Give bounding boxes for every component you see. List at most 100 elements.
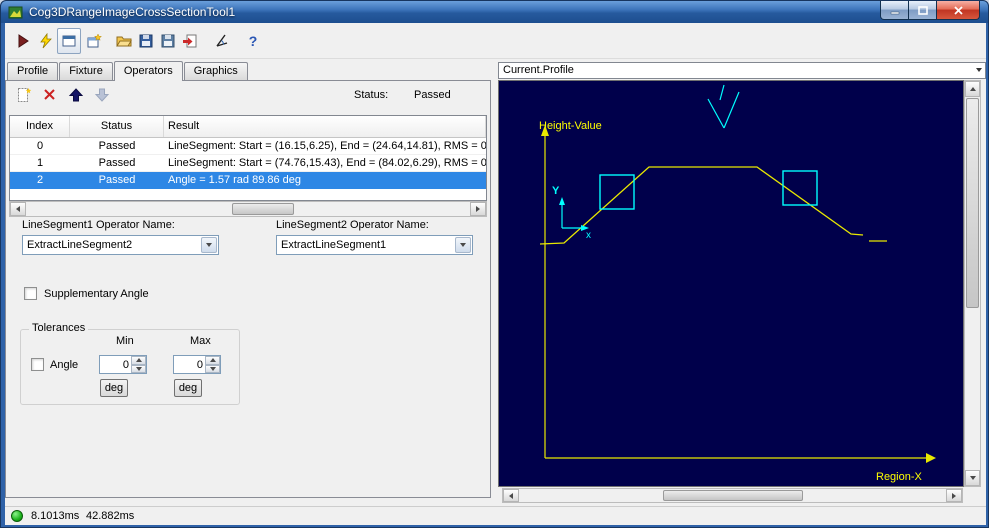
angle-tolerance-checkbox[interactable] bbox=[31, 358, 44, 371]
titlebar[interactable]: Cog3DRangeImageCrossSectionTool1 bbox=[1, 1, 988, 23]
scroll-down-button[interactable] bbox=[965, 470, 980, 486]
triangle-left-icon bbox=[509, 492, 513, 499]
spinner-arrows bbox=[131, 356, 146, 373]
scroll-left-button[interactable] bbox=[503, 489, 519, 502]
scroll-thumb[interactable] bbox=[663, 490, 803, 501]
supplementary-angle-checkbox[interactable] bbox=[24, 287, 37, 300]
close-button[interactable] bbox=[936, 1, 980, 20]
table-row[interactable]: 0 Passed LineSegment: Start = (16.15,6.2… bbox=[10, 138, 486, 155]
delete-operator-button[interactable] bbox=[40, 85, 60, 105]
triangle-down-icon[interactable] bbox=[976, 68, 982, 72]
column-header-result[interactable]: Result bbox=[164, 116, 486, 137]
minimize-icon bbox=[890, 11, 899, 14]
tab-profile[interactable]: Profile bbox=[7, 62, 59, 80]
tab-fixture[interactable]: Fixture bbox=[59, 62, 113, 80]
linesegment2-combobox[interactable]: ExtractLineSegment1 bbox=[276, 235, 473, 255]
table-hscrollbar[interactable] bbox=[9, 201, 487, 217]
display-vscrollbar[interactable] bbox=[964, 80, 981, 487]
linesegment1-marker bbox=[599, 174, 635, 210]
min-unit-button[interactable]: deg bbox=[100, 379, 128, 397]
status-label: Status: bbox=[354, 89, 389, 101]
tab-strip: Profile Fixture Operators Graphics bbox=[7, 61, 249, 81]
maximize-icon bbox=[917, 5, 928, 15]
scroll-thumb[interactable] bbox=[966, 98, 979, 308]
run-button[interactable] bbox=[11, 28, 35, 54]
angle-max-input[interactable] bbox=[174, 356, 205, 373]
supplementary-angle-label: Supplementary Angle bbox=[44, 288, 149, 300]
new-operator-button[interactable] bbox=[14, 85, 34, 105]
cell-index: 1 bbox=[36, 157, 44, 169]
angle-label: Angle bbox=[50, 359, 79, 371]
spin-down-button[interactable] bbox=[205, 364, 220, 373]
cell-result: Angle = 1.57 rad 89.86 deg bbox=[168, 174, 302, 186]
linesegment1-label: LineSegment1 Operator Name: bbox=[22, 219, 175, 231]
main-toolbar: ? bbox=[5, 23, 986, 59]
tool-display-icon bbox=[62, 35, 76, 47]
caption-buttons bbox=[880, 1, 980, 20]
table-header: Index Status Result bbox=[10, 116, 486, 138]
display-source-combobox[interactable]: Current.Profile bbox=[498, 62, 986, 79]
spin-up-button[interactable] bbox=[205, 356, 220, 365]
open-file-button[interactable] bbox=[112, 28, 136, 54]
scroll-right-button[interactable] bbox=[946, 489, 962, 502]
move-up-button[interactable] bbox=[66, 85, 86, 105]
triangle-right-icon bbox=[952, 492, 956, 499]
column-header-index[interactable]: Index bbox=[10, 116, 70, 137]
scroll-left-button[interactable] bbox=[10, 202, 26, 216]
tab-graphics[interactable]: Graphics bbox=[183, 62, 248, 80]
angle-max-spinner[interactable] bbox=[173, 355, 221, 374]
profile-display[interactable]: Height-Value Region-X Y x bbox=[498, 80, 964, 487]
import-image-button[interactable] bbox=[178, 28, 202, 54]
scroll-thumb[interactable] bbox=[232, 203, 294, 215]
measure-angle-button[interactable] bbox=[210, 28, 234, 54]
chevron-down-icon[interactable] bbox=[201, 237, 217, 253]
triangle-down-icon bbox=[460, 243, 466, 247]
tool-display-button[interactable] bbox=[57, 28, 81, 54]
spin-down-button[interactable] bbox=[131, 364, 146, 373]
status-led-icon bbox=[11, 510, 23, 522]
move-down-button[interactable] bbox=[92, 85, 112, 105]
triangle-right-icon bbox=[476, 206, 480, 212]
save-image-icon bbox=[161, 34, 175, 48]
display-source-value: Current.Profile bbox=[503, 64, 574, 76]
save-button[interactable] bbox=[134, 28, 158, 54]
linesegment1-combobox[interactable]: ExtractLineSegment2 bbox=[22, 235, 219, 255]
table-row[interactable]: 1 Passed LineSegment: Start = (74.76,15.… bbox=[10, 155, 486, 172]
cell-status: Passed bbox=[98, 157, 136, 169]
origin-axes-marker: Y x bbox=[552, 185, 591, 241]
tab-operators[interactable]: Operators bbox=[113, 61, 183, 81]
angle-min-input[interactable] bbox=[100, 356, 131, 373]
run-time: 8.1013ms bbox=[31, 510, 80, 522]
origin-x-label: x bbox=[586, 230, 591, 241]
max-unit-button[interactable]: deg bbox=[174, 379, 202, 397]
save-image-button[interactable] bbox=[156, 28, 180, 54]
axis-arrow-right-icon bbox=[926, 453, 936, 463]
triangle-down-icon bbox=[206, 243, 212, 247]
angle-min-spinner[interactable] bbox=[99, 355, 147, 374]
live-run-icon bbox=[40, 33, 52, 49]
float-window-button[interactable] bbox=[82, 28, 106, 54]
table-row-selected[interactable]: 2 Passed Angle = 1.57 rad 89.86 deg bbox=[10, 172, 486, 189]
triangle-left-icon bbox=[16, 206, 20, 212]
triangle-down-icon bbox=[209, 366, 216, 371]
triangle-up-icon bbox=[135, 358, 142, 363]
cell-index: 0 bbox=[36, 140, 44, 152]
tolerances-group: Tolerances Min Max Angle 0 0 deg deg bbox=[20, 322, 240, 405]
scroll-up-button[interactable] bbox=[965, 81, 980, 97]
minimize-button[interactable] bbox=[880, 1, 909, 20]
column-header-status[interactable]: Status bbox=[70, 116, 164, 137]
measure-angle-icon bbox=[216, 34, 228, 47]
save-icon bbox=[139, 34, 153, 48]
window-title: Cog3DRangeImageCrossSectionTool1 bbox=[29, 5, 236, 19]
scroll-right-button[interactable] bbox=[470, 202, 486, 216]
triangle-down-icon bbox=[969, 476, 976, 480]
help-button[interactable]: ? bbox=[241, 28, 265, 54]
chevron-down-icon[interactable] bbox=[455, 237, 471, 253]
min-label: Min bbox=[116, 335, 134, 347]
triangle-up-icon bbox=[969, 87, 976, 91]
spin-up-button[interactable] bbox=[131, 356, 146, 365]
help-icon: ? bbox=[248, 33, 258, 49]
maximize-button[interactable] bbox=[909, 1, 936, 20]
display-hscrollbar[interactable] bbox=[502, 488, 963, 503]
live-run-button[interactable] bbox=[34, 28, 58, 54]
